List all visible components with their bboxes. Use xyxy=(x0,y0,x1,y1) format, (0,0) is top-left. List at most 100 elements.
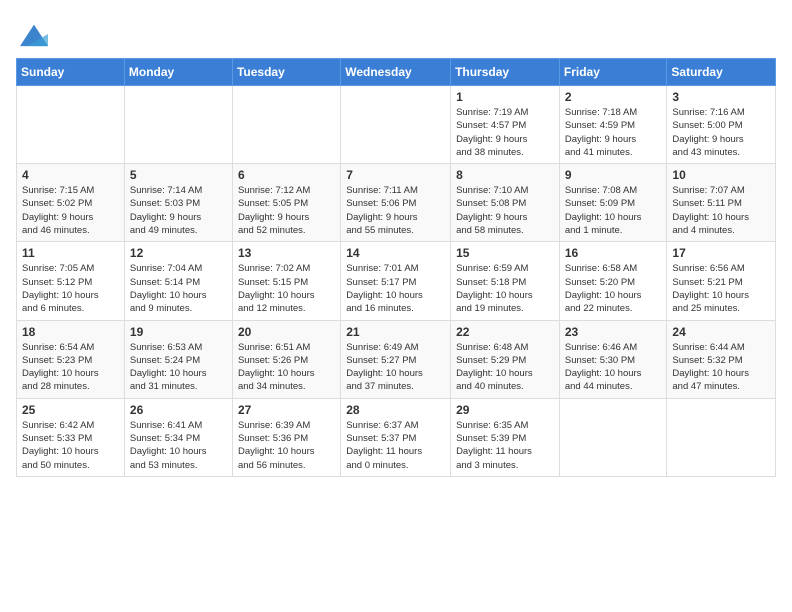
day-info: Sunrise: 7:19 AM Sunset: 4:57 PM Dayligh… xyxy=(456,106,554,159)
day-number: 11 xyxy=(22,246,119,260)
calendar-cell: 17 Sunrise: 6:56 AM Sunset: 5:21 PM Dayli… xyxy=(667,242,776,320)
calendar-cell: 8 Sunrise: 7:10 AM Sunset: 5:08 PM Daylig… xyxy=(451,164,560,242)
day-of-week-header: Monday xyxy=(124,59,232,86)
logo xyxy=(16,20,48,48)
calendar-cell: 23 Sunrise: 6:46 AM Sunset: 5:30 PM Dayli… xyxy=(559,320,667,398)
calendar-cell: 24 Sunrise: 6:44 AM Sunset: 5:32 PM Dayli… xyxy=(667,320,776,398)
day-number: 4 xyxy=(22,168,119,182)
day-info: Sunrise: 6:56 AM Sunset: 5:21 PM Dayligh… xyxy=(672,262,770,315)
calendar-week-row: 1Sunrise: 7:19 AM Sunset: 4:57 PM Daylig… xyxy=(17,86,776,164)
day-info: Sunrise: 6:49 AM Sunset: 5:27 PM Dayligh… xyxy=(346,341,445,394)
day-of-week-header: Tuesday xyxy=(232,59,340,86)
day-number: 25 xyxy=(22,403,119,417)
day-of-week-header: Thursday xyxy=(451,59,560,86)
calendar-cell: 20Sunrise: 6:51 AM Sunset: 5:26 PM Dayli… xyxy=(232,320,340,398)
day-info: Sunrise: 6:42 AM Sunset: 5:33 PM Dayligh… xyxy=(22,419,119,472)
day-info: Sunrise: 7:04 AM Sunset: 5:14 PM Dayligh… xyxy=(130,262,227,315)
day-info: Sunrise: 6:59 AM Sunset: 5:18 PM Dayligh… xyxy=(456,262,554,315)
calendar-cell: 4 Sunrise: 7:15 AM Sunset: 5:02 PM Daylig… xyxy=(17,164,125,242)
calendar-cell: 5 Sunrise: 7:14 AM Sunset: 5:03 PM Daylig… xyxy=(124,164,232,242)
day-number: 6 xyxy=(238,168,335,182)
day-number: 7 xyxy=(346,168,445,182)
calendar-cell: 2 Sunrise: 7:18 AM Sunset: 4:59 PM Daylig… xyxy=(559,86,667,164)
calendar-cell: 22Sunrise: 6:48 AM Sunset: 5:29 PM Dayli… xyxy=(451,320,560,398)
calendar-cell xyxy=(559,398,667,476)
day-number: 29 xyxy=(456,403,554,417)
calendar-cell: 26 Sunrise: 6:41 AM Sunset: 5:34 PM Dayli… xyxy=(124,398,232,476)
calendar-cell xyxy=(124,86,232,164)
day-number: 10 xyxy=(672,168,770,182)
day-number: 26 xyxy=(130,403,227,417)
day-info: Sunrise: 7:07 AM Sunset: 5:11 PM Dayligh… xyxy=(672,184,770,237)
day-of-week-header: Friday xyxy=(559,59,667,86)
day-info: Sunrise: 7:15 AM Sunset: 5:02 PM Dayligh… xyxy=(22,184,119,237)
calendar-cell: 13 Sunrise: 7:02 AM Sunset: 5:15 PM Dayli… xyxy=(232,242,340,320)
calendar-cell: 27Sunrise: 6:39 AM Sunset: 5:36 PM Dayli… xyxy=(232,398,340,476)
calendar-cell: 25 Sunrise: 6:42 AM Sunset: 5:33 PM Dayli… xyxy=(17,398,125,476)
day-info: Sunrise: 7:10 AM Sunset: 5:08 PM Dayligh… xyxy=(456,184,554,237)
day-of-week-header: Wednesday xyxy=(341,59,451,86)
calendar-cell: 29 Sunrise: 6:35 AM Sunset: 5:39 PM Dayli… xyxy=(451,398,560,476)
page-header xyxy=(16,16,776,48)
day-number: 5 xyxy=(130,168,227,182)
day-number: 9 xyxy=(565,168,662,182)
calendar-week-row: 11 Sunrise: 7:05 AM Sunset: 5:12 PM Dayli… xyxy=(17,242,776,320)
calendar-cell: 19Sunrise: 6:53 AM Sunset: 5:24 PM Dayli… xyxy=(124,320,232,398)
day-number: 12 xyxy=(130,246,227,260)
day-info: Sunrise: 7:05 AM Sunset: 5:12 PM Dayligh… xyxy=(22,262,119,315)
day-number: 17 xyxy=(672,246,770,260)
day-number: 3 xyxy=(672,90,770,104)
day-info: Sunrise: 6:37 AM Sunset: 5:37 PM Dayligh… xyxy=(346,419,445,472)
calendar-table: SundayMondayTuesdayWednesdayThursdayFrid… xyxy=(16,58,776,477)
day-number: 22 xyxy=(456,325,554,339)
calendar-cell: 28 Sunrise: 6:37 AM Sunset: 5:37 PM Dayli… xyxy=(341,398,451,476)
day-info: Sunrise: 7:14 AM Sunset: 5:03 PM Dayligh… xyxy=(130,184,227,237)
day-number: 14 xyxy=(346,246,445,260)
day-of-week-header: Sunday xyxy=(17,59,125,86)
day-number: 18 xyxy=(22,325,119,339)
day-info: Sunrise: 7:18 AM Sunset: 4:59 PM Dayligh… xyxy=(565,106,662,159)
calendar-cell xyxy=(17,86,125,164)
calendar-cell: 21 Sunrise: 6:49 AM Sunset: 5:27 PM Dayli… xyxy=(341,320,451,398)
calendar-cell: 9 Sunrise: 7:08 AM Sunset: 5:09 PM Daylig… xyxy=(559,164,667,242)
day-info: Sunrise: 7:01 AM Sunset: 5:17 PM Dayligh… xyxy=(346,262,445,315)
day-info: Sunrise: 6:53 AM Sunset: 5:24 PM Dayligh… xyxy=(130,341,227,394)
day-info: Sunrise: 7:02 AM Sunset: 5:15 PM Dayligh… xyxy=(238,262,335,315)
day-number: 13 xyxy=(238,246,335,260)
day-number: 2 xyxy=(565,90,662,104)
day-number: 21 xyxy=(346,325,445,339)
day-info: Sunrise: 6:41 AM Sunset: 5:34 PM Dayligh… xyxy=(130,419,227,472)
day-info: Sunrise: 6:44 AM Sunset: 5:32 PM Dayligh… xyxy=(672,341,770,394)
day-info: Sunrise: 7:16 AM Sunset: 5:00 PM Dayligh… xyxy=(672,106,770,159)
calendar-week-row: 18 Sunrise: 6:54 AM Sunset: 5:23 PM Dayli… xyxy=(17,320,776,398)
calendar-cell: 12 Sunrise: 7:04 AM Sunset: 5:14 PM Dayli… xyxy=(124,242,232,320)
day-of-week-header: Saturday xyxy=(667,59,776,86)
day-number: 16 xyxy=(565,246,662,260)
day-info: Sunrise: 7:12 AM Sunset: 5:05 PM Dayligh… xyxy=(238,184,335,237)
day-info: Sunrise: 6:35 AM Sunset: 5:39 PM Dayligh… xyxy=(456,419,554,472)
calendar-cell: 3 Sunrise: 7:16 AM Sunset: 5:00 PM Daylig… xyxy=(667,86,776,164)
calendar-cell: 18 Sunrise: 6:54 AM Sunset: 5:23 PM Dayli… xyxy=(17,320,125,398)
day-number: 24 xyxy=(672,325,770,339)
calendar-cell: 1Sunrise: 7:19 AM Sunset: 4:57 PM Daylig… xyxy=(451,86,560,164)
day-info: Sunrise: 6:54 AM Sunset: 5:23 PM Dayligh… xyxy=(22,341,119,394)
calendar-cell xyxy=(667,398,776,476)
day-number: 23 xyxy=(565,325,662,339)
day-number: 28 xyxy=(346,403,445,417)
calendar-cell xyxy=(232,86,340,164)
calendar-header-row: SundayMondayTuesdayWednesdayThursdayFrid… xyxy=(17,59,776,86)
day-number: 20 xyxy=(238,325,335,339)
calendar-cell: 10 Sunrise: 7:07 AM Sunset: 5:11 PM Dayli… xyxy=(667,164,776,242)
calendar-cell: 6 Sunrise: 7:12 AM Sunset: 5:05 PM Daylig… xyxy=(232,164,340,242)
calendar-week-row: 4 Sunrise: 7:15 AM Sunset: 5:02 PM Daylig… xyxy=(17,164,776,242)
calendar-cell: 7 Sunrise: 7:11 AM Sunset: 5:06 PM Daylig… xyxy=(341,164,451,242)
logo-icon xyxy=(20,20,48,48)
day-info: Sunrise: 6:58 AM Sunset: 5:20 PM Dayligh… xyxy=(565,262,662,315)
day-info: Sunrise: 7:08 AM Sunset: 5:09 PM Dayligh… xyxy=(565,184,662,237)
day-number: 8 xyxy=(456,168,554,182)
calendar-cell: 15Sunrise: 6:59 AM Sunset: 5:18 PM Dayli… xyxy=(451,242,560,320)
day-info: Sunrise: 6:46 AM Sunset: 5:30 PM Dayligh… xyxy=(565,341,662,394)
calendar-cell xyxy=(341,86,451,164)
day-info: Sunrise: 7:11 AM Sunset: 5:06 PM Dayligh… xyxy=(346,184,445,237)
calendar-cell: 16 Sunrise: 6:58 AM Sunset: 5:20 PM Dayli… xyxy=(559,242,667,320)
